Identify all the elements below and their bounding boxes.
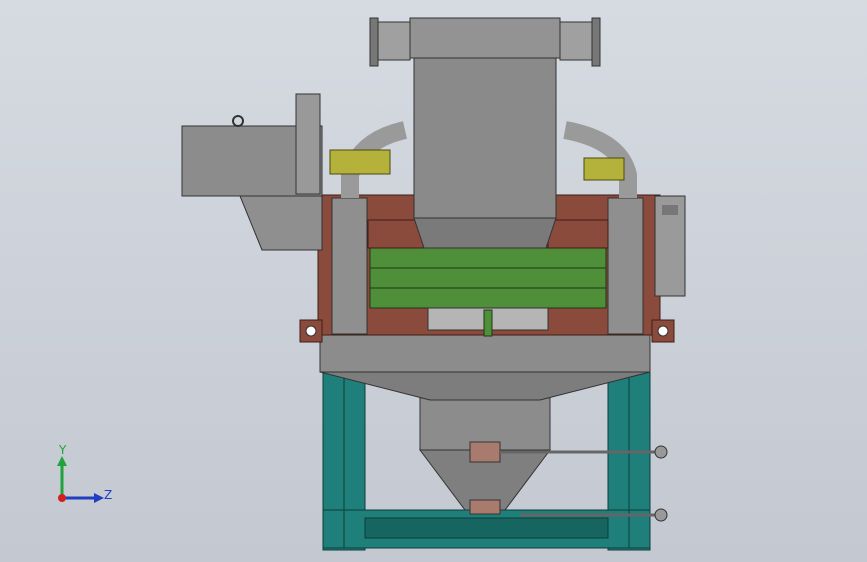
left-feeder — [181, 93, 323, 251]
cad-assembly-drawing — [57, 17, 686, 551]
collecting-funnel — [319, 331, 651, 401]
cad-viewport[interactable]: Y Z — [0, 0, 867, 562]
coordinate-triad — [57, 456, 104, 503]
x-axis-dot — [58, 494, 66, 502]
right-control-box — [654, 195, 686, 297]
axis-label-y: Y — [59, 443, 67, 457]
central-chute — [409, 17, 561, 249]
axis-label-z: Z — [104, 488, 113, 502]
